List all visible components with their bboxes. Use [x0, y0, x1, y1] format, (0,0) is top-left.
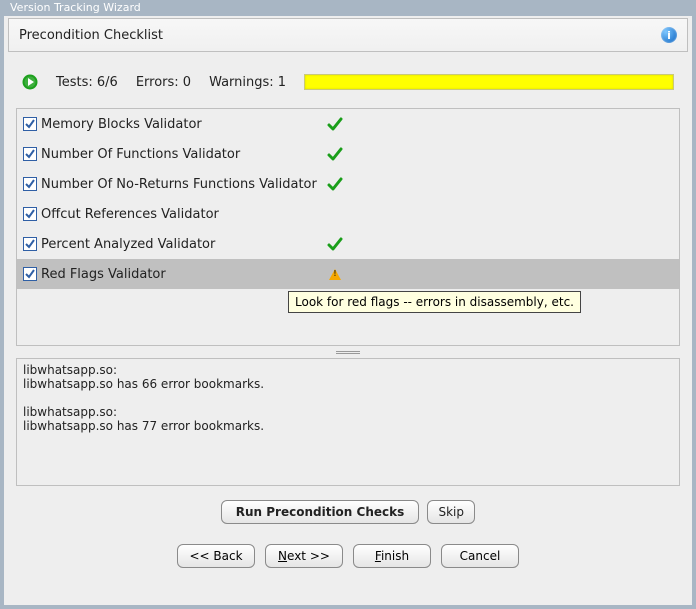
checkmark-icon [325, 116, 345, 132]
validator-row[interactable]: Red Flags Validator [17, 259, 679, 289]
validator-checkbox[interactable] [23, 177, 37, 191]
play-icon [22, 74, 38, 90]
validator-label: Offcut References Validator [41, 207, 331, 222]
validator-checkbox[interactable] [23, 207, 37, 221]
warnings-count: Warnings: 1 [209, 75, 286, 90]
wizard-content: Tests: 6/6 Errors: 0 Warnings: 1 Memory … [4, 52, 692, 538]
finish-button[interactable]: Finish [353, 544, 431, 568]
summary-row: Tests: 6/6 Errors: 0 Warnings: 1 [16, 62, 680, 108]
version-tracking-wizard: Version Tracking Wizard Precondition Che… [0, 0, 696, 609]
validator-row[interactable]: Number Of No-Returns Functions Validator [17, 169, 679, 199]
run-precondition-checks-button[interactable]: Run Precondition Checks [221, 500, 420, 524]
tests-count: Tests: 6/6 [56, 75, 118, 90]
log-panel[interactable]: libwhatsapp.so: libwhatsapp.so has 66 er… [16, 358, 680, 486]
wizard-header: Precondition Checklist i [8, 18, 688, 52]
action-row: Run Precondition Checks Skip [16, 500, 680, 524]
validator-checkbox[interactable] [23, 267, 37, 281]
window-titlebar[interactable]: Version Tracking Wizard [4, 1, 692, 16]
skip-button[interactable]: Skip [427, 500, 475, 524]
validator-label: Number Of No-Returns Functions Validator [41, 177, 331, 192]
validator-row[interactable]: Percent Analyzed Validator [17, 229, 679, 259]
validator-label: Memory Blocks Validator [41, 117, 331, 132]
validator-checkbox[interactable] [23, 117, 37, 131]
validator-tooltip: Look for red flags -- errors in disassem… [288, 291, 581, 313]
wizard-button-row: << Back Next >> Finish Cancel [4, 538, 692, 576]
next-button[interactable]: Next >> [265, 544, 343, 568]
errors-count: Errors: 0 [136, 75, 191, 90]
validator-row[interactable]: Number Of Functions Validator [17, 139, 679, 169]
validator-checkbox[interactable] [23, 237, 37, 251]
validator-label: Number Of Functions Validator [41, 147, 331, 162]
warning-icon [325, 269, 345, 280]
checkmark-icon [325, 236, 345, 252]
window-title: Version Tracking Wizard [10, 1, 141, 14]
validator-label: Red Flags Validator [41, 267, 331, 282]
validator-row[interactable]: Memory Blocks Validator [17, 109, 679, 139]
cancel-button[interactable]: Cancel [441, 544, 519, 568]
validator-label: Percent Analyzed Validator [41, 237, 331, 252]
page-title: Precondition Checklist [19, 28, 163, 43]
validator-row[interactable]: Offcut References Validator [17, 199, 679, 229]
checkmark-icon [325, 146, 345, 162]
status-bar [304, 74, 674, 90]
info-icon[interactable]: i [661, 27, 677, 43]
split-handle[interactable] [16, 348, 680, 356]
back-button[interactable]: << Back [177, 544, 255, 568]
validator-checkbox[interactable] [23, 147, 37, 161]
validator-list: Memory Blocks Validator Number Of Functio… [16, 108, 680, 346]
checkmark-icon [325, 176, 345, 192]
